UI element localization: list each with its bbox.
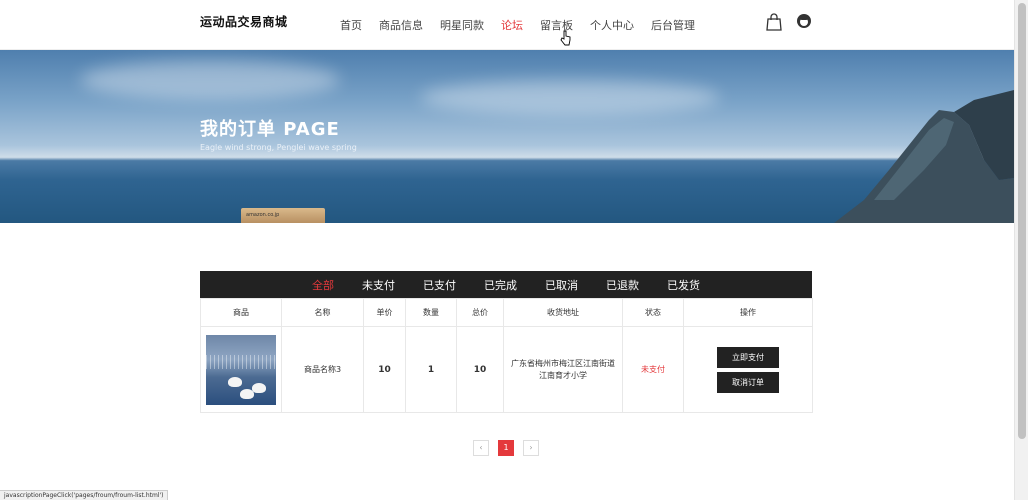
column-header-total: 总价 — [456, 298, 504, 327]
tab-refunded[interactable]: 已退款 — [606, 277, 639, 293]
pay-now-button[interactable]: 立即支付 — [717, 346, 779, 368]
shuttlecock — [228, 376, 242, 387]
browser-status-bar: javascriptionPageClick('pages/froum/frou… — [0, 490, 169, 500]
status-badge: 未支付 — [622, 326, 684, 413]
nav-item-forum[interactable]: 论坛 — [501, 17, 523, 33]
badminton-net — [206, 354, 276, 369]
quantity-cell: 1 — [405, 326, 457, 413]
tab-unpaid[interactable]: 未支付 — [362, 277, 395, 293]
site-logo[interactable]: 运动品交易商城 — [200, 13, 288, 30]
nav-item-home[interactable]: 首页 — [340, 17, 362, 33]
prev-page-button[interactable]: ‹ — [473, 440, 489, 456]
shuttlecock — [252, 382, 266, 393]
product-thumbnail[interactable] — [206, 334, 276, 405]
user-avatar-icon[interactable] — [796, 13, 812, 29]
shuttlecock — [240, 388, 254, 399]
column-header-actions: 操作 — [683, 298, 813, 327]
pagination: ‹ 1 › — [473, 440, 548, 456]
banner-cloud — [80, 60, 340, 100]
table-header-row: 商品 名称 单价 数量 总价 收货地址 状态 操作 — [200, 298, 813, 327]
column-header-name: 名称 — [281, 298, 364, 327]
nav-item-personal-center[interactable]: 个人中心 — [590, 17, 634, 33]
nav-item-products[interactable]: 商品信息 — [379, 17, 423, 33]
tab-shipped[interactable]: 已发货 — [667, 277, 700, 293]
table-row: 商品名称3 10 1 10 广东省梅州市梅江区江南街道江南育才小学 未支付 立即… — [200, 326, 813, 413]
page-number-button[interactable]: 1 — [498, 440, 514, 456]
column-header-unit-price: 单价 — [363, 298, 406, 327]
tab-cancelled[interactable]: 已取消 — [545, 277, 578, 293]
order-table: 商品 名称 单价 数量 总价 收货地址 状态 操作 商品名称3 10 1 10 — [200, 298, 813, 413]
nav-item-admin[interactable]: 后台管理 — [651, 17, 695, 33]
tab-paid[interactable]: 已支付 — [423, 277, 456, 293]
column-header-address: 收货地址 — [503, 298, 623, 327]
order-status-tabs: 全部 未支付 已支付 已完成 已取消 已退款 已发货 — [200, 271, 812, 298]
column-header-quantity: 数量 — [405, 298, 457, 327]
banner-cloud — [420, 80, 720, 115]
shopping-bag-icon[interactable] — [765, 13, 783, 31]
next-page-button[interactable]: › — [523, 440, 539, 456]
page-banner: 我的订单 PAGE Eagle wind strong, Penglei wav… — [0, 50, 1014, 223]
product-image-cell — [200, 326, 282, 413]
cancel-order-button[interactable]: 取消订单 — [717, 371, 779, 393]
column-header-status: 状态 — [622, 298, 684, 327]
product-name-cell: 商品名称3 — [281, 326, 364, 413]
package-box-image: amazon.co.jp — [241, 208, 325, 223]
tab-all[interactable]: 全部 — [312, 277, 334, 293]
scrollbar-thumb[interactable] — [1018, 3, 1026, 439]
page-scrollbar[interactable] — [1014, 0, 1028, 500]
column-header-product: 商品 — [200, 298, 282, 327]
mouse-pointer-icon — [560, 30, 571, 46]
shipping-address-cell: 广东省梅州市梅江区江南街道江南育才小学 — [503, 326, 623, 413]
actions-cell: 立即支付 取消订单 — [683, 326, 813, 413]
nav-item-star-style[interactable]: 明星同款 — [440, 17, 484, 33]
page-subtitle: Eagle wind strong, Penglei wave spring — [200, 143, 357, 152]
banner-mountain — [834, 90, 1014, 223]
main-nav: 首页 商品信息 明星同款 论坛 留言板 个人中心 后台管理 — [340, 17, 712, 33]
page-title: 我的订单 PAGE — [200, 119, 340, 140]
unit-price-cell: 10 — [363, 326, 406, 413]
top-header: 运动品交易商城 首页 商品信息 明星同款 论坛 留言板 个人中心 后台管理 — [0, 0, 1014, 50]
tab-completed[interactable]: 已完成 — [484, 277, 517, 293]
total-price-cell: 10 — [456, 326, 504, 413]
box-label: amazon.co.jp — [246, 212, 280, 218]
